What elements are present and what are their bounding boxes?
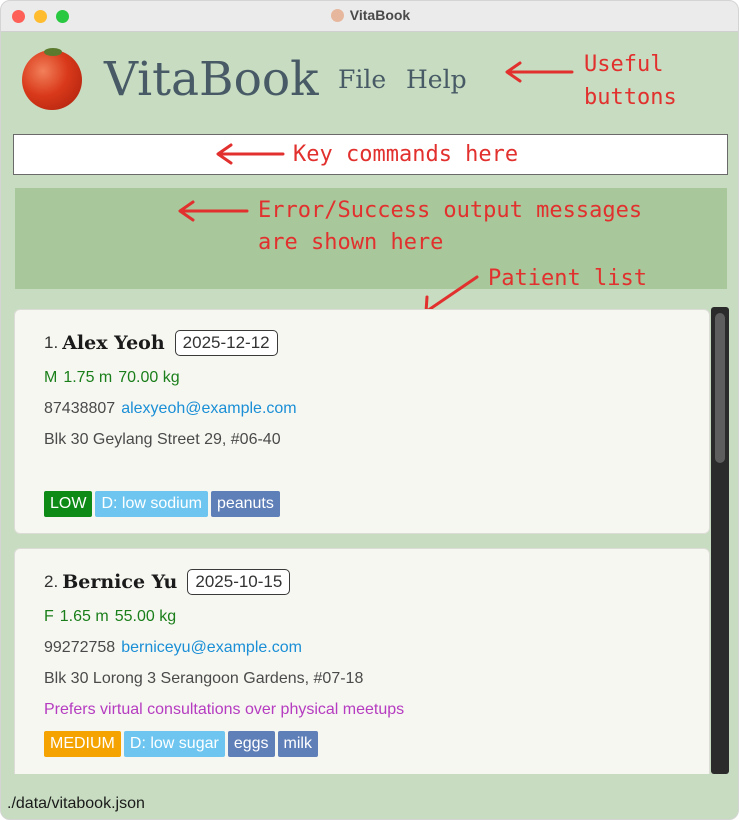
appointment-date-badge: 2025-12-12 (174, 330, 278, 356)
annotation-buttons-line1: Useful (584, 52, 664, 77)
priority-tag: MEDIUM (44, 731, 121, 757)
window-title-wrap: VitaBook (1, 7, 738, 23)
data-file-path: ./data/vitabook.json (7, 795, 145, 812)
app-icon (330, 9, 344, 22)
annotation-buttons-line2: buttons (584, 85, 677, 110)
annotation-commands: Key commands here (293, 142, 519, 167)
patient-card[interactable]: 2. Bernice Yu 2025-10-15 F 1.65 m 55.00 kg 9… (14, 548, 710, 774)
patient-header: 2. Bernice Yu 2025-10-15 (44, 569, 291, 595)
window-title: VitaBook (349, 7, 411, 23)
patient-contact: 99272758 berniceyu@example.com (44, 639, 302, 657)
annotation-patient-list: Patient list (488, 266, 647, 291)
annotation-arrow-output (178, 200, 249, 222)
allergy-tag: eggs (227, 731, 275, 757)
diet-tag: D: low sugar (123, 731, 225, 757)
scrollbar-thumb[interactable] (715, 313, 725, 463)
tomato-logo-icon (22, 48, 82, 110)
title-bar: VitaBook (1, 1, 738, 32)
logo-leaf (44, 48, 62, 56)
patient-weight: 55.00 kg (114, 608, 177, 625)
status-bar: ./data/vitabook.json (1, 785, 738, 819)
patient-height: 1.65 m (59, 608, 109, 625)
patient-height: 1.75 m (63, 369, 113, 386)
patient-name: Bernice Yu (62, 571, 178, 593)
patient-list[interactable]: 1. Alex Yeoh 2025-12-12 M 1.75 m 70.00 kg 87… (1, 301, 738, 774)
patient-vitals: M 1.75 m 70.00 kg (44, 369, 186, 387)
patient-tags: LOW D: low sodium peanuts (44, 491, 283, 517)
app-window: VitaBook VitaBook File Help Useful butto… (0, 0, 739, 820)
patient-vitals: F 1.65 m 55.00 kg (44, 608, 182, 626)
patient-index: 1. (44, 333, 59, 352)
allergy-tag: milk (277, 731, 318, 757)
diet-tag: D: low sodium (95, 491, 208, 517)
annotation-arrow-commands (216, 143, 285, 165)
patient-address: Blk 30 Lorong 3 Serangoon Gardens, #07-1… (44, 670, 364, 687)
patient-index: 2. (44, 572, 59, 591)
patient-email: alexyeoh@example.com (121, 400, 297, 417)
patient-sex: F (44, 608, 54, 625)
list-scrollbar[interactable] (711, 307, 729, 774)
menu-file[interactable]: File (338, 65, 386, 95)
patient-address: Blk 30 Geylang Street 29, #06-40 (44, 431, 281, 448)
patient-card[interactable]: 1. Alex Yeoh 2025-12-12 M 1.75 m 70.00 kg 87… (14, 309, 710, 534)
patient-header: 1. Alex Yeoh 2025-12-12 (44, 330, 278, 356)
annotation-output-line1: Error/Success output messages (258, 198, 643, 223)
app-name: VitaBook (104, 52, 319, 107)
patient-phone: 87438807 (44, 400, 116, 417)
patient-email: berniceyu@example.com (121, 639, 302, 656)
patient-sex: M (44, 369, 58, 386)
menu-help[interactable]: Help (406, 65, 467, 95)
annotation-arrow-buttons (505, 61, 574, 83)
patient-note: Prefers virtual consultations over physi… (44, 701, 405, 718)
patient-name: Alex Yeoh (62, 332, 165, 354)
patient-contact: 87438807 alexyeoh@example.com (44, 400, 297, 418)
patient-tags: MEDIUM D: low sugar eggs milk (44, 731, 321, 757)
priority-tag: LOW (44, 491, 93, 517)
allergy-tag: peanuts (210, 491, 280, 517)
patient-phone: 99272758 (44, 639, 116, 656)
annotation-output-line2: are shown here (258, 230, 444, 255)
appointment-date-badge: 2025-10-15 (187, 569, 291, 595)
patient-weight: 70.00 kg (118, 369, 180, 386)
